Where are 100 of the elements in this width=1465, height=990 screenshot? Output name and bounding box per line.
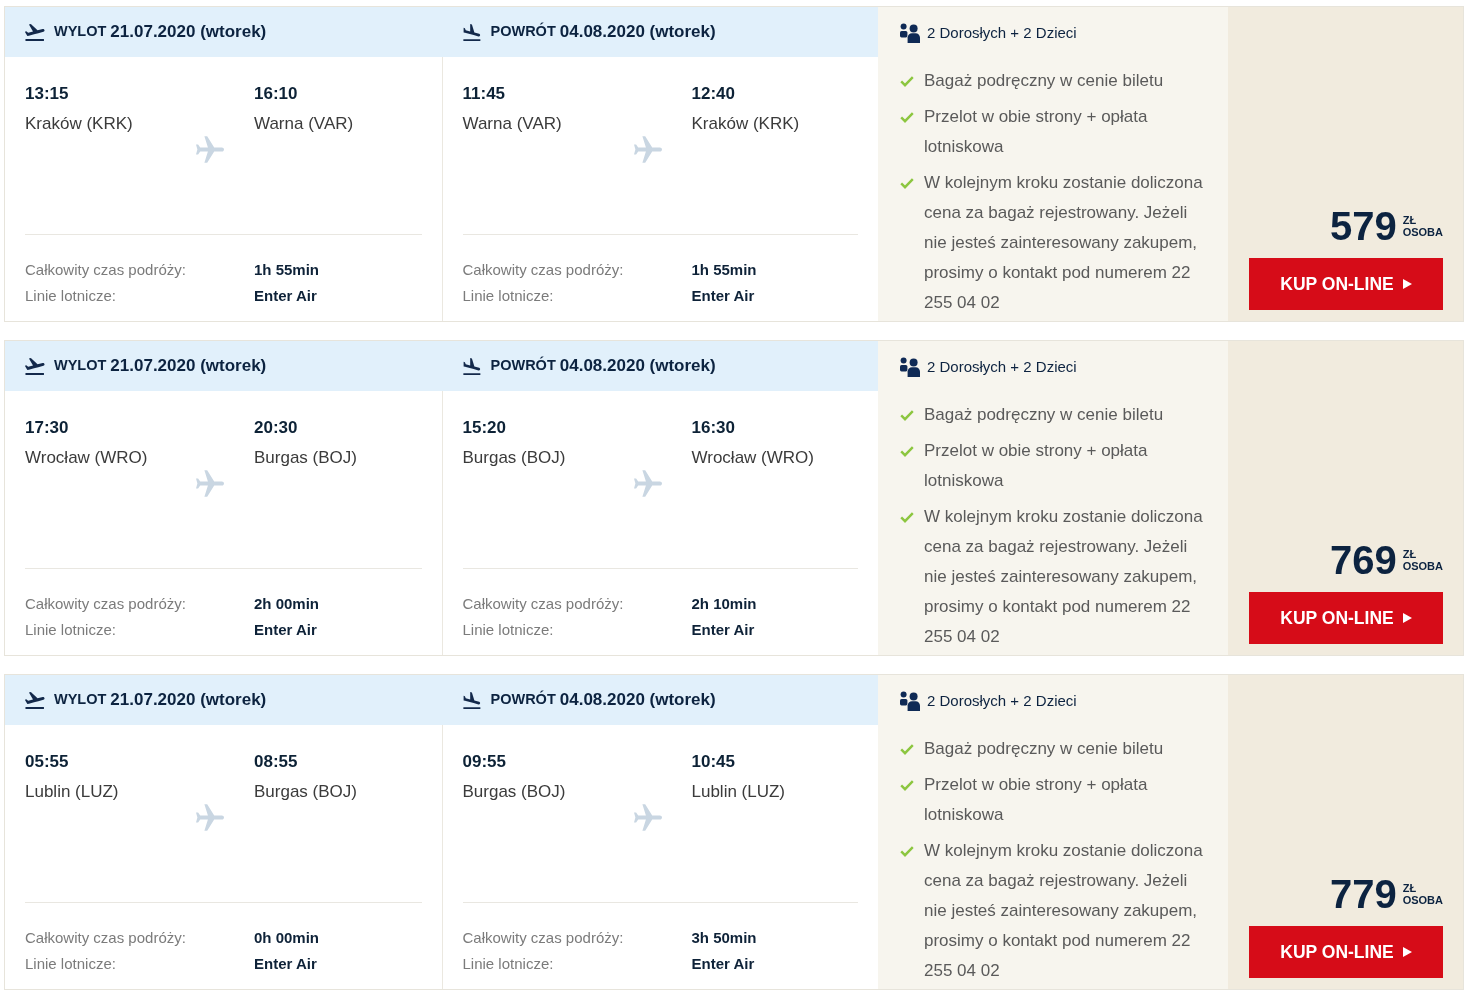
detail-label: Linie lotnicze: — [25, 954, 117, 974]
plane-icon — [633, 470, 662, 497]
price-unit: OSOBA — [1402, 894, 1443, 906]
detail-label: Całkowity czas podróży: — [462, 260, 625, 280]
check-icon — [900, 446, 914, 457]
passenger-count: 2 Dorosłych + 2 Dzieci — [927, 23, 1077, 43]
price-currency: ZŁ — [1402, 882, 1417, 894]
departure-airport: Burgas (BOJ) — [462, 447, 567, 469]
detail-value: Enter Air — [254, 286, 318, 306]
leg-label: POWRÓT — [490, 691, 556, 707]
passenger-count: 2 Dorosłych + 2 Dzieci — [927, 357, 1077, 377]
leg-date: 04.08.2020 (wtorek) — [559, 22, 716, 42]
people-icon — [900, 357, 920, 377]
landing-plane-icon — [461, 357, 482, 375]
detail-value: Enter Air — [691, 620, 756, 640]
detail-label: Całkowity czas podróży: — [25, 594, 187, 614]
price-amount: 579 — [1329, 206, 1397, 246]
leg-date: 21.07.2020 (wtorek) — [110, 356, 267, 376]
buy-button[interactable]: KUP ON-LINE — [1249, 592, 1443, 644]
takeoff-plane-icon — [25, 691, 45, 709]
buy-button[interactable]: KUP ON-LINE — [1249, 258, 1443, 310]
departure-time: 05:55 — [25, 752, 70, 772]
departure-time: 17:30 — [25, 418, 70, 438]
arrival-time: 08:55 — [254, 752, 299, 772]
leg-label: WYLOT — [54, 23, 107, 39]
detail-label: Całkowity czas podróży: — [462, 594, 625, 614]
leg-date: 04.08.2020 (wtorek) — [559, 690, 716, 710]
detail-label: Linie lotnicze: — [462, 954, 555, 974]
departure-airport: Wrocław (WRO) — [25, 447, 149, 469]
price-unit: OSOBA — [1402, 226, 1443, 238]
feature-text: Przelot w obie strony + opłata lotniskowa — [924, 774, 1149, 826]
takeoff-plane-icon — [25, 357, 45, 375]
arrival-airport: Burgas (BOJ) — [254, 781, 358, 803]
check-icon — [900, 178, 914, 189]
arrival-time: 16:30 — [691, 418, 736, 438]
buy-button[interactable]: KUP ON-LINE — [1249, 926, 1443, 978]
leg-label: WYLOT — [54, 691, 107, 707]
detail-label: Całkowity czas podróży: — [25, 260, 187, 280]
detail-value: Enter Air — [691, 954, 756, 974]
feature-text: Bagaż podręczny w cenie biletu — [924, 738, 1165, 760]
price-amount: 769 — [1329, 540, 1397, 580]
arrival-time: 10:45 — [691, 752, 736, 772]
leg-date: 04.08.2020 (wtorek) — [559, 356, 716, 376]
detail-value: 1h 55min — [691, 260, 758, 280]
departure-time: 11:45 — [462, 84, 507, 104]
feature-text: W kolejnym kroku zostanie doliczona cena za bagaż rejestrowany. Jeżeli nie jesteś zainteresowany zakupem, prosimy o kontakt pod numerem 22 255 04 02 — [924, 506, 1204, 648]
feature-text: Przelot w obie strony + opłata lotniskowa — [924, 106, 1149, 158]
departure-airport: Kraków (KRK) — [25, 113, 134, 135]
feature-text: Bagaż podręczny w cenie biletu — [924, 70, 1165, 92]
caret-icon — [1402, 279, 1412, 289]
detail-value: 3h 50min — [691, 928, 758, 948]
detail-value: Enter Air — [254, 620, 318, 640]
detail-label: Linie lotnicze: — [25, 286, 117, 306]
check-icon — [900, 410, 914, 421]
check-icon — [900, 512, 914, 523]
detail-value: 1h 55min — [254, 260, 321, 280]
landing-plane-icon — [461, 691, 482, 709]
arrival-airport: Warna (VAR) — [254, 113, 355, 135]
detail-value: 2h 10min — [691, 594, 758, 614]
arrival-airport: Wrocław (WRO) — [691, 447, 815, 469]
people-icon — [900, 691, 920, 711]
leg-label: POWRÓT — [490, 23, 556, 39]
departure-time: 13:15 — [25, 84, 70, 104]
leg-label: POWRÓT — [490, 357, 556, 373]
detail-label: Całkowity czas podróży: — [462, 928, 625, 948]
detail-label: Linie lotnicze: — [25, 620, 117, 640]
detail-value: Enter Air — [254, 954, 318, 974]
passenger-count: 2 Dorosłych + 2 Dzieci — [927, 691, 1077, 711]
departure-airport: Lublin (LUZ) — [25, 781, 120, 803]
check-icon — [900, 780, 914, 791]
departure-airport: Burgas (BOJ) — [462, 781, 567, 803]
detail-value: Enter Air — [691, 286, 756, 306]
check-icon — [900, 744, 914, 755]
check-icon — [900, 76, 914, 87]
arrival-airport: Burgas (BOJ) — [254, 447, 358, 469]
plane-icon — [196, 804, 224, 831]
plane-icon — [196, 470, 224, 497]
arrival-airport: Kraków (KRK) — [691, 113, 801, 135]
price-unit: OSOBA — [1402, 560, 1443, 572]
detail-value: 2h 00min — [254, 594, 321, 614]
feature-text: Bagaż podręczny w cenie biletu — [924, 404, 1165, 426]
plane-icon — [196, 136, 224, 163]
departure-time: 09:55 — [462, 752, 507, 772]
arrival-time: 12:40 — [691, 84, 736, 104]
leg-date: 21.07.2020 (wtorek) — [110, 22, 267, 42]
check-icon — [900, 112, 914, 123]
plane-icon — [633, 136, 662, 163]
caret-icon — [1402, 947, 1412, 957]
arrival-airport: Lublin (LUZ) — [691, 781, 787, 803]
people-icon — [900, 23, 920, 43]
check-icon — [900, 846, 914, 857]
price-currency: ZŁ — [1402, 214, 1417, 226]
detail-value: 0h 00min — [254, 928, 321, 948]
leg-label: WYLOT — [54, 357, 107, 373]
takeoff-plane-icon — [25, 23, 45, 41]
arrival-time: 16:10 — [254, 84, 299, 104]
detail-label: Linie lotnicze: — [462, 286, 555, 306]
leg-date: 21.07.2020 (wtorek) — [110, 690, 267, 710]
price-amount: 779 — [1329, 874, 1397, 914]
feature-text: W kolejnym kroku zostanie doliczona cena za bagaż rejestrowany. Jeżeli nie jesteś zainteresowany zakupem, prosimy o kontakt pod numerem 22 255 04 02 — [924, 840, 1204, 982]
